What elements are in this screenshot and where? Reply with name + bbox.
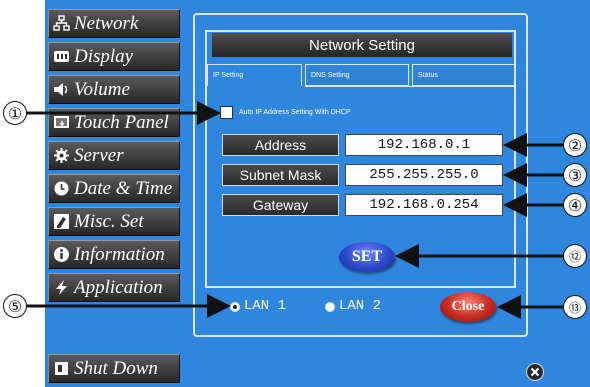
dhcp-label: Auto IP Address Setting With DHCP [239, 109, 351, 116]
sidebar-item-label: Display [74, 45, 134, 67]
tab-dns-setting[interactable]: DNS Setting [305, 64, 409, 86]
shutdown-icon [53, 360, 70, 377]
speaker-icon [53, 81, 70, 98]
tab-status[interactable]: Status [412, 64, 515, 86]
lan1-label: LAN 1 [244, 298, 287, 314]
sidebar-item-label: Server [74, 144, 124, 166]
lan2-radio[interactable] [325, 302, 335, 312]
sidebar-item-label: Network [74, 12, 139, 34]
sidebar-item-label: Volume [74, 78, 130, 100]
set-button[interactable]: SET [339, 242, 395, 272]
sidebar-item-misc-set[interactable]: Misc. Set [48, 207, 180, 236]
sidebar-item-display[interactable]: Display [48, 42, 180, 71]
subnet-mask-field[interactable]: 255.255.255.0 [345, 164, 503, 186]
dhcp-checkbox[interactable] [220, 106, 233, 119]
callout-13: ⑬ [563, 295, 587, 319]
tab-divider [305, 86, 515, 87]
touch-panel-icon [53, 114, 70, 131]
exit-button[interactable] [526, 363, 544, 381]
lan2-label: LAN 2 [339, 298, 382, 314]
gear-icon [53, 147, 70, 164]
sidebar-item-label: Information [74, 243, 165, 265]
misc-icon [53, 213, 70, 230]
close-button[interactable]: Close [440, 292, 496, 322]
sidebar-item-volume[interactable]: Volume [48, 75, 180, 104]
sidebar-item-touch-panel[interactable]: Touch Panel [48, 108, 180, 137]
close-icon [530, 367, 540, 377]
callout-1: ① [3, 101, 27, 125]
sidebar-item-label: Misc. Set [74, 210, 144, 232]
callout-5: ⑤ [3, 294, 27, 318]
tab-ip-setting[interactable]: IP Setting [207, 64, 302, 86]
sidebar-item-date-time[interactable]: Date & Time [48, 174, 180, 203]
callout-2: ② [563, 133, 587, 157]
gateway-label: Gateway [222, 194, 339, 216]
network-icon [53, 15, 70, 32]
address-field[interactable]: 192.168.0.1 [345, 134, 503, 156]
lan1-radio[interactable] [230, 302, 240, 312]
sidebar-item-server[interactable]: Server [48, 141, 180, 170]
clock-icon [53, 180, 70, 197]
callout-3: ③ [563, 163, 587, 187]
sidebar-item-label: Date & Time [74, 177, 173, 199]
sidebar-item-network[interactable]: Network [48, 9, 180, 38]
shutdown-button[interactable]: Shut Down [48, 354, 180, 383]
info-icon [53, 246, 70, 263]
display-icon [53, 48, 70, 65]
lightning-icon [53, 279, 70, 296]
panel-title: Network Setting [212, 33, 512, 57]
sidebar-item-information[interactable]: Information [48, 240, 180, 269]
gateway-field[interactable]: 192.168.0.254 [345, 194, 503, 216]
subnet-mask-label: Subnet Mask [222, 164, 339, 186]
sidebar-item-application[interactable]: Application [48, 273, 180, 302]
address-label: Address [222, 134, 339, 156]
callout-12: ⑫ [563, 244, 587, 268]
sidebar-item-label: Application [74, 276, 163, 298]
sidebar-item-label: Touch Panel [74, 111, 169, 133]
callout-4: ④ [563, 193, 587, 217]
shutdown-label: Shut Down [74, 357, 158, 379]
